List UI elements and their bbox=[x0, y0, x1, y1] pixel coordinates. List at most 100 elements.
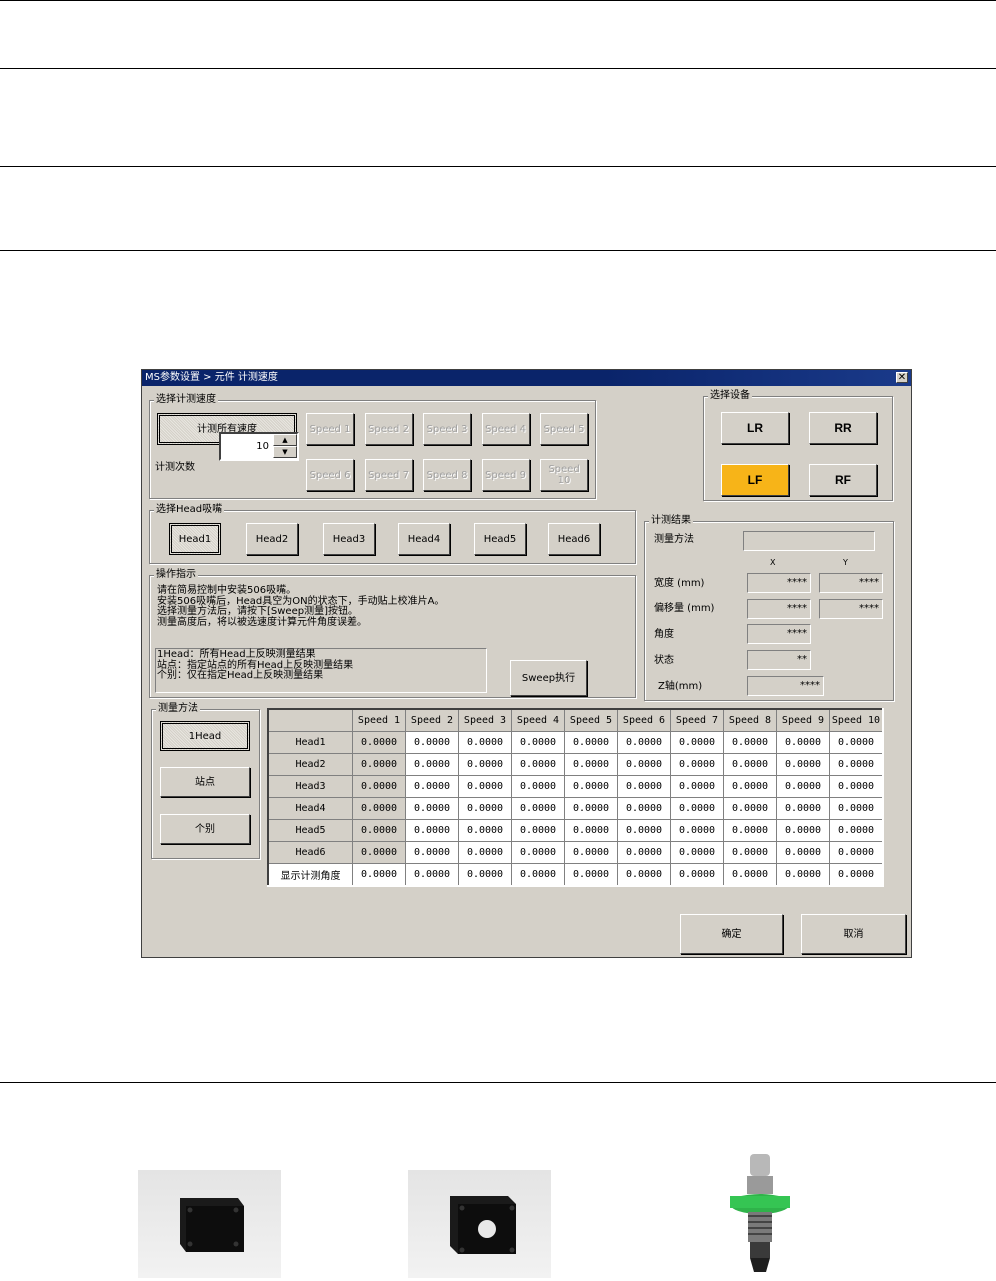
head-button-5[interactable]: Head5 bbox=[474, 523, 526, 555]
table-cell[interactable]: 0.0000 bbox=[352, 819, 406, 842]
table-cell[interactable]: 0.0000 bbox=[670, 863, 724, 887]
table-cell[interactable]: 0.0000 bbox=[829, 819, 884, 842]
table-cell[interactable]: 0.0000 bbox=[458, 841, 512, 864]
table-cell[interactable]: 0.0000 bbox=[670, 819, 724, 842]
table-cell[interactable]: 0.0000 bbox=[458, 731, 512, 754]
speed-button-8[interactable]: Speed 8 bbox=[423, 459, 471, 491]
speed-button-4[interactable]: Speed 4 bbox=[481, 413, 530, 445]
cancel-button[interactable]: 取消 bbox=[801, 914, 906, 954]
table-cell[interactable]: 0.0000 bbox=[617, 863, 671, 887]
table-cell[interactable]: 0.0000 bbox=[405, 797, 459, 820]
table-cell[interactable]: 0.0000 bbox=[723, 841, 777, 864]
table-cell[interactable]: 0.0000 bbox=[511, 731, 565, 754]
head-button-2[interactable]: Head2 bbox=[246, 523, 298, 555]
speed-button-1[interactable]: Speed 1 bbox=[306, 413, 354, 445]
table-cell[interactable]: 0.0000 bbox=[458, 797, 512, 820]
speed-button-2[interactable]: Speed 2 bbox=[364, 413, 413, 445]
count-spinner[interactable]: 10 ▲ ▼ bbox=[219, 432, 299, 461]
device-button-lr[interactable]: LR bbox=[721, 412, 789, 444]
table-cell[interactable]: 0.0000 bbox=[776, 753, 830, 776]
table-cell[interactable]: 0.0000 bbox=[776, 841, 830, 864]
speed-button-10[interactable]: Speed 10 bbox=[540, 459, 588, 491]
table-cell[interactable]: 0.0000 bbox=[829, 775, 884, 798]
table-cell[interactable]: 0.0000 bbox=[564, 797, 618, 820]
method-button-1[interactable]: 1Head bbox=[160, 721, 250, 751]
table-cell[interactable]: 0.0000 bbox=[352, 863, 406, 887]
table-cell[interactable]: 0.0000 bbox=[723, 797, 777, 820]
table-cell[interactable]: 0.0000 bbox=[617, 841, 671, 864]
table-cell[interactable]: 0.0000 bbox=[564, 731, 618, 754]
table-cell[interactable]: 0.0000 bbox=[458, 775, 512, 798]
head-button-4[interactable]: Head4 bbox=[398, 523, 450, 555]
table-cell[interactable]: 0.0000 bbox=[511, 819, 565, 842]
spin-down-icon[interactable]: ▼ bbox=[273, 446, 297, 458]
spin-up-icon[interactable]: ▲ bbox=[273, 434, 297, 446]
table-cell[interactable]: 0.0000 bbox=[829, 863, 884, 887]
table-cell[interactable]: 0.0000 bbox=[723, 863, 777, 887]
table-cell[interactable]: 0.0000 bbox=[617, 731, 671, 754]
table-cell[interactable]: 0.0000 bbox=[829, 753, 884, 776]
table-cell[interactable]: 0.0000 bbox=[352, 753, 406, 776]
head-button-6[interactable]: Head6 bbox=[548, 523, 600, 555]
device-button-lf[interactable]: LF bbox=[721, 464, 789, 496]
table-cell[interactable]: 0.0000 bbox=[776, 863, 830, 887]
table-cell[interactable]: 0.0000 bbox=[670, 797, 724, 820]
table-cell[interactable]: 0.0000 bbox=[829, 731, 884, 754]
table-cell[interactable]: 0.0000 bbox=[723, 775, 777, 798]
method-button-2[interactable]: 站点 bbox=[160, 767, 250, 797]
table-cell[interactable]: 0.0000 bbox=[617, 819, 671, 842]
table-cell[interactable]: 0.0000 bbox=[405, 841, 459, 864]
table-cell[interactable]: 0.0000 bbox=[458, 863, 512, 887]
table-cell[interactable]: 0.0000 bbox=[564, 775, 618, 798]
table-cell[interactable]: 0.0000 bbox=[564, 841, 618, 864]
table-cell[interactable]: 0.0000 bbox=[564, 819, 618, 842]
table-cell[interactable]: 0.0000 bbox=[405, 775, 459, 798]
table-cell[interactable]: 0.0000 bbox=[511, 753, 565, 776]
table-cell[interactable]: 0.0000 bbox=[564, 863, 618, 887]
speed-button-3[interactable]: Speed 3 bbox=[423, 413, 471, 445]
table-cell[interactable]: 0.0000 bbox=[776, 819, 830, 842]
table-cell[interactable]: 0.0000 bbox=[617, 753, 671, 776]
table-cell[interactable]: 0.0000 bbox=[723, 753, 777, 776]
ok-button[interactable]: 确定 bbox=[680, 914, 783, 954]
table-cell[interactable]: 0.0000 bbox=[829, 841, 884, 864]
table-cell[interactable]: 0.0000 bbox=[511, 797, 565, 820]
table-cell[interactable]: 0.0000 bbox=[352, 797, 406, 820]
table-cell[interactable]: 0.0000 bbox=[458, 753, 512, 776]
table-cell[interactable]: 0.0000 bbox=[511, 863, 565, 887]
table-cell[interactable]: 0.0000 bbox=[405, 819, 459, 842]
table-cell[interactable]: 0.0000 bbox=[405, 863, 459, 887]
close-icon[interactable]: ✕ bbox=[896, 372, 908, 383]
table-cell[interactable]: 0.0000 bbox=[352, 775, 406, 798]
table-cell[interactable]: 0.0000 bbox=[670, 775, 724, 798]
table-cell[interactable]: 0.0000 bbox=[564, 753, 618, 776]
head-button-3[interactable]: Head3 bbox=[323, 523, 375, 555]
table-cell[interactable]: 0.0000 bbox=[617, 797, 671, 820]
table-cell[interactable]: 0.0000 bbox=[723, 731, 777, 754]
table-cell[interactable]: 0.0000 bbox=[458, 819, 512, 842]
speed-button-9[interactable]: Speed 9 bbox=[481, 459, 530, 491]
table-cell[interactable]: 0.0000 bbox=[352, 841, 406, 864]
table-cell[interactable]: 0.0000 bbox=[511, 841, 565, 864]
table-cell[interactable]: 0.0000 bbox=[511, 775, 565, 798]
method-button-3[interactable]: 个别 bbox=[160, 814, 250, 844]
table-cell[interactable]: 0.0000 bbox=[670, 753, 724, 776]
table-cell[interactable]: 0.0000 bbox=[617, 775, 671, 798]
head-button-1[interactable]: Head1 bbox=[169, 523, 221, 555]
speed-button-6[interactable]: Speed 6 bbox=[306, 459, 354, 491]
table-cell[interactable]: 0.0000 bbox=[776, 731, 830, 754]
speed-button-5[interactable]: Speed 5 bbox=[540, 413, 588, 445]
table-cell[interactable]: 0.0000 bbox=[776, 797, 830, 820]
sweep-execute-button[interactable]: Sweep执行 bbox=[510, 660, 587, 696]
table-cell[interactable]: 0.0000 bbox=[405, 731, 459, 754]
device-button-rr[interactable]: RR bbox=[809, 412, 877, 444]
table-cell[interactable]: 0.0000 bbox=[670, 731, 724, 754]
table-cell[interactable]: 0.0000 bbox=[670, 841, 724, 864]
table-cell[interactable]: 0.0000 bbox=[405, 753, 459, 776]
device-button-rf[interactable]: RF bbox=[809, 464, 877, 496]
table-cell[interactable]: 0.0000 bbox=[723, 819, 777, 842]
table-cell[interactable]: 0.0000 bbox=[352, 731, 406, 754]
table-cell[interactable]: 0.0000 bbox=[776, 775, 830, 798]
table-cell[interactable]: 0.0000 bbox=[829, 797, 884, 820]
speed-button-7[interactable]: Speed 7 bbox=[364, 459, 413, 491]
